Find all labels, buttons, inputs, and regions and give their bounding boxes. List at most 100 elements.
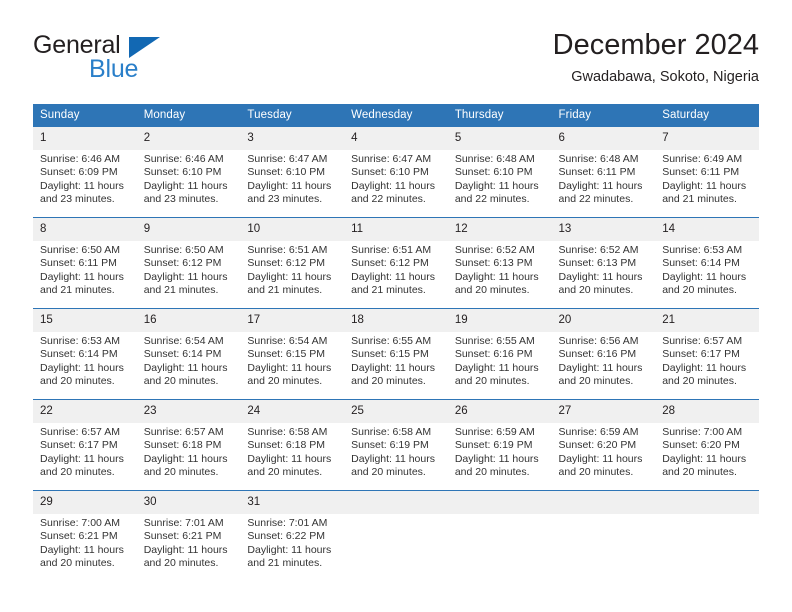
sunrise-text: Sunrise: 6:56 AM [558, 335, 639, 347]
sunset-text: Sunset: 6:09 PM [40, 166, 118, 179]
daylight-text: Daylight: 11 hours [143, 361, 228, 374]
day-details: Sunrise: 6:49 AM Sunset: 6:11 PM Daylight:… [655, 150, 759, 207]
calendar-day-cell[interactable]: 18 Sunrise: 6:55 AM Sunset: 6:15 PM Dayligh… [344, 308, 448, 400]
daylight-text: Daylight: 11 hours [40, 543, 124, 556]
calendar-day-cell[interactable]: 31 Sunrise: 7:01 AM Sunset: 6:22 PM Dayligh… [240, 490, 345, 581]
sunrise-text: Sunrise: 6:59 AM [454, 426, 535, 438]
daylight-text: Daylight: 11 hours [40, 179, 124, 192]
calendar-day-cell[interactable]: 28 Sunrise: 7:00 AM Sunset: 6:20 PM Dayligh… [655, 399, 759, 491]
location-subtitle: Gwadabawa, Sokoto, Nigeria [571, 69, 759, 85]
calendar-day-cell[interactable]: 19 Sunrise: 6:55 AM Sunset: 6:16 PM Dayligh… [447, 308, 552, 400]
calendar-day-cell[interactable]: 16 Sunrise: 6:54 AM Sunset: 6:14 PM Dayligh… [136, 308, 241, 400]
sunrise-text: Sunrise: 6:55 AM [351, 335, 432, 347]
daylight-text-cont: and 23 minutes. [40, 193, 115, 206]
day-number [551, 491, 656, 514]
daylight-text: Daylight: 11 hours [247, 361, 332, 374]
day-number: 17 [240, 309, 345, 332]
daylight-text: Daylight: 11 hours [247, 543, 332, 556]
calendar-day-cell[interactable]: 7 Sunrise: 6:49 AM Sunset: 6:11 PM Daylight… [655, 126, 759, 218]
calendar-day-cell[interactable]: 27 Sunrise: 6:59 AM Sunset: 6:20 PM Dayligh… [551, 399, 656, 491]
day-number: 29 [33, 491, 137, 514]
calendar-day-cell[interactable]: 12 Sunrise: 6:52 AM Sunset: 6:13 PM Dayligh… [447, 217, 552, 309]
daylight-text: Daylight: 11 hours [454, 270, 539, 283]
calendar-day-cell-empty [344, 490, 448, 581]
daylight-text: Daylight: 11 hours [247, 452, 332, 465]
daylight-text-cont: and 20 minutes. [40, 557, 115, 570]
day-number: 27 [551, 400, 656, 423]
day-number: 11 [344, 218, 448, 241]
calendar-day-cell[interactable]: 6 Sunrise: 6:48 AM Sunset: 6:11 PM Daylight… [551, 126, 656, 218]
day-details: Sunrise: 6:57 AM Sunset: 6:18 PM Daylight:… [137, 423, 241, 480]
day-number: 30 [136, 491, 241, 514]
title-block: December 2024 Gwadabawa, Sokoto, Nigeria [553, 28, 759, 87]
day-details [552, 514, 656, 517]
calendar-day-cell[interactable]: 13 Sunrise: 6:52 AM Sunset: 6:13 PM Dayligh… [551, 217, 656, 309]
calendar-day-cell[interactable]: 21 Sunrise: 6:57 AM Sunset: 6:17 PM Dayligh… [655, 308, 759, 400]
daylight-text-cont: and 22 minutes. [454, 193, 530, 206]
calendar-day-cell[interactable]: 24 Sunrise: 6:58 AM Sunset: 6:18 PM Dayligh… [240, 399, 345, 491]
calendar-day-cell[interactable]: 25 Sunrise: 6:58 AM Sunset: 6:19 PM Dayligh… [344, 399, 448, 491]
sunset-text: Sunset: 6:18 PM [247, 439, 326, 452]
calendar-day-cell[interactable]: 22 Sunrise: 6:57 AM Sunset: 6:17 PM Dayligh… [33, 399, 137, 491]
daylight-text: Daylight: 11 hours [558, 361, 643, 374]
calendar-day-cell[interactable]: 1 Sunrise: 6:46 AM Sunset: 6:09 PM Daylight… [33, 126, 137, 218]
sunrise-text: Sunrise: 6:57 AM [662, 335, 743, 347]
sunrise-text: Sunrise: 6:52 AM [558, 244, 639, 256]
sunset-text: Sunset: 6:11 PM [558, 166, 636, 179]
page-title: December 2024 [552, 29, 759, 61]
sunset-text: Sunset: 6:14 PM [40, 348, 118, 361]
sunrise-text: Sunrise: 6:47 AM [247, 153, 328, 165]
weekday-header-saturday: Saturday [655, 104, 759, 127]
calendar-week-row: 22 Sunrise: 6:57 AM Sunset: 6:17 PM Dayligh… [33, 399, 759, 491]
daylight-text-cont: and 20 minutes. [558, 375, 634, 388]
calendar-day-cell[interactable]: 20 Sunrise: 6:56 AM Sunset: 6:16 PM Dayligh… [551, 308, 656, 400]
day-details [344, 514, 448, 517]
sunset-text: Sunset: 6:11 PM [40, 257, 117, 270]
calendar-day-cell[interactable]: 4 Sunrise: 6:47 AM Sunset: 6:10 PM Daylight… [344, 126, 448, 218]
sunrise-text: Sunrise: 6:57 AM [143, 426, 224, 438]
sunrise-text: Sunrise: 6:48 AM [558, 153, 639, 165]
day-number: 4 [344, 127, 448, 150]
calendar-day-cell[interactable]: 30 Sunrise: 7:01 AM Sunset: 6:21 PM Dayligh… [136, 490, 241, 581]
weekday-header-thursday: Thursday [447, 104, 552, 127]
day-number: 25 [344, 400, 448, 423]
calendar-day-cell[interactable]: 10 Sunrise: 6:51 AM Sunset: 6:12 PM Dayligh… [240, 217, 345, 309]
calendar-day-cell[interactable]: 3 Sunrise: 6:47 AM Sunset: 6:10 PM Daylight… [240, 126, 345, 218]
sunrise-text: Sunrise: 6:46 AM [143, 153, 224, 165]
calendar-day-cell[interactable]: 23 Sunrise: 6:57 AM Sunset: 6:18 PM Dayligh… [136, 399, 241, 491]
day-number: 3 [240, 127, 345, 150]
daylight-text-cont: and 20 minutes. [454, 284, 530, 297]
sunrise-text: Sunrise: 7:01 AM [143, 517, 224, 529]
day-number: 14 [655, 218, 759, 241]
sunset-text: Sunset: 6:10 PM [351, 166, 429, 179]
day-details: Sunrise: 6:58 AM Sunset: 6:19 PM Daylight:… [344, 423, 448, 480]
daylight-text: Daylight: 11 hours [662, 361, 747, 374]
calendar-day-cell[interactable]: 2 Sunrise: 6:46 AM Sunset: 6:10 PM Daylight… [136, 126, 241, 218]
sunset-text: Sunset: 6:11 PM [662, 166, 740, 179]
calendar-day-cell[interactable]: 9 Sunrise: 6:50 AM Sunset: 6:12 PM Daylight… [136, 217, 241, 309]
daylight-text-cont: and 20 minutes. [558, 284, 634, 297]
daylight-text-cont: and 20 minutes. [143, 466, 219, 479]
calendar-day-cell[interactable]: 11 Sunrise: 6:51 AM Sunset: 6:12 PM Dayligh… [344, 217, 448, 309]
calendar-day-cell[interactable]: 8 Sunrise: 6:50 AM Sunset: 6:11 PM Daylight… [33, 217, 137, 309]
daylight-text-cont: and 23 minutes. [247, 193, 323, 206]
sunrise-text: Sunrise: 6:59 AM [558, 426, 639, 438]
daylight-text-cont: and 23 minutes. [143, 193, 219, 206]
day-number: 1 [33, 127, 137, 150]
sunset-text: Sunset: 6:12 PM [351, 257, 429, 270]
daylight-text-cont: and 20 minutes. [143, 557, 219, 570]
calendar-day-cell[interactable]: 17 Sunrise: 6:54 AM Sunset: 6:15 PM Dayligh… [240, 308, 345, 400]
day-details: Sunrise: 6:53 AM Sunset: 6:14 PM Daylight:… [33, 332, 137, 389]
calendar-day-cell[interactable]: 26 Sunrise: 6:59 AM Sunset: 6:19 PM Dayligh… [447, 399, 552, 491]
calendar-day-cell[interactable]: 15 Sunrise: 6:53 AM Sunset: 6:14 PM Dayligh… [33, 308, 137, 400]
sunset-text: Sunset: 6:19 PM [351, 439, 429, 452]
calendar-day-cell[interactable]: 14 Sunrise: 6:53 AM Sunset: 6:14 PM Dayligh… [655, 217, 759, 309]
day-number: 24 [240, 400, 345, 423]
daylight-text: Daylight: 11 hours [351, 179, 435, 192]
daylight-text-cont: and 22 minutes. [351, 193, 426, 206]
calendar-day-cell[interactable]: 5 Sunrise: 6:48 AM Sunset: 6:10 PM Daylight… [447, 126, 552, 218]
daylight-text: Daylight: 11 hours [662, 179, 747, 192]
calendar-day-cell[interactable]: 29 Sunrise: 7:00 AM Sunset: 6:21 PM Dayligh… [33, 490, 137, 581]
sunset-text: Sunset: 6:14 PM [662, 257, 740, 270]
sunrise-text: Sunrise: 6:58 AM [247, 426, 328, 438]
